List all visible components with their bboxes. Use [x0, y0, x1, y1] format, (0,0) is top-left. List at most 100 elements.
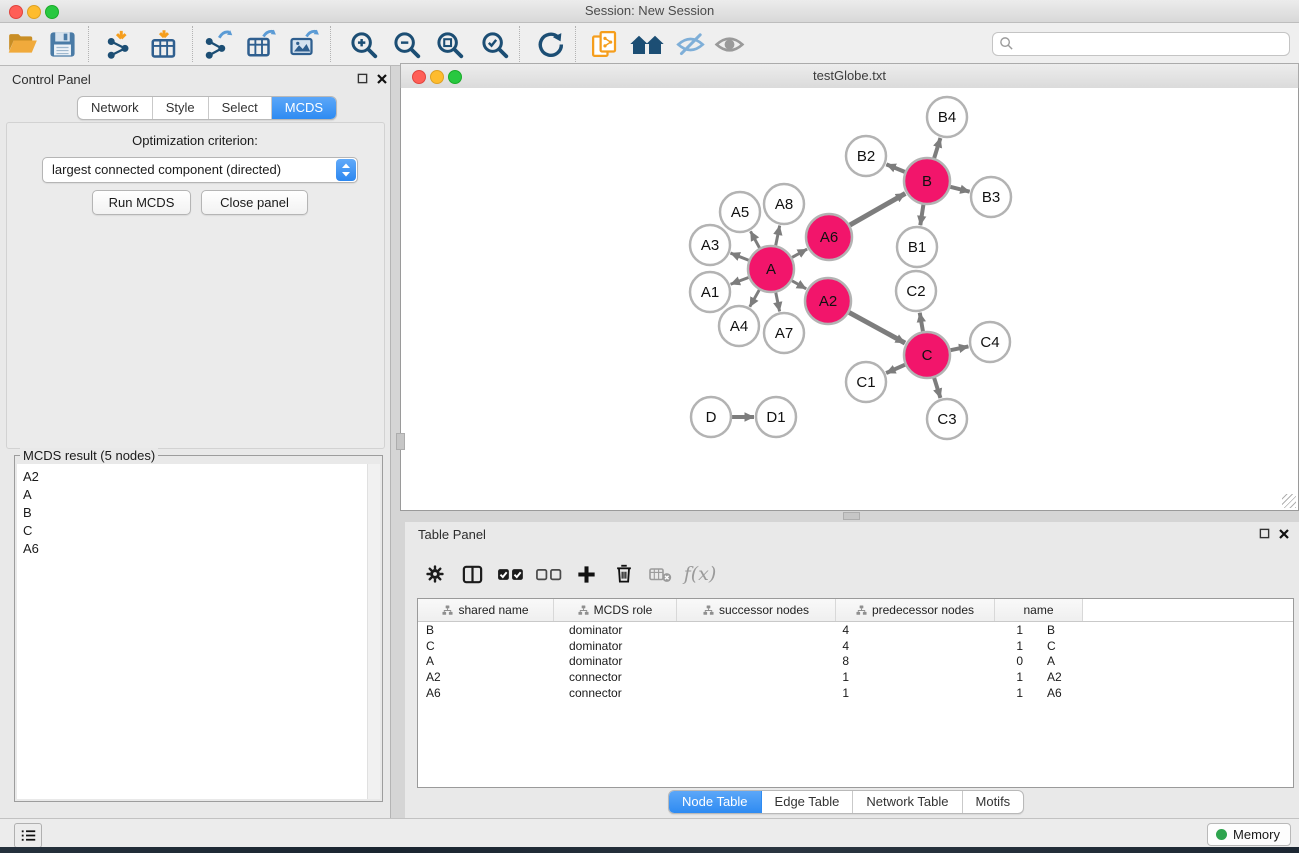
tab-select[interactable]: Select [209, 97, 272, 119]
table-row[interactable]: Cdominator41C [418, 638, 1293, 654]
canvas-horizontal-scrollbar[interactable] [843, 512, 860, 520]
table-row[interactable]: A2connector11A2 [418, 669, 1293, 685]
run-mcds-button[interactable]: Run MCDS [92, 190, 191, 215]
table-cell[interactable]: dominator [561, 654, 691, 668]
tab-style[interactable]: Style [153, 97, 209, 119]
reset-home-icon[interactable] [628, 27, 666, 61]
mcds-result-item[interactable]: C [17, 521, 380, 539]
table-cell[interactable]: B [1039, 623, 1134, 637]
minimize-window-button[interactable] [27, 5, 41, 19]
open-session-icon[interactable] [6, 27, 40, 61]
tab-network[interactable]: Network [78, 97, 153, 119]
zoom-selected-icon[interactable] [477, 27, 511, 61]
table-cell[interactable]: A2 [418, 670, 561, 684]
zoom-out-icon[interactable] [389, 27, 423, 61]
graph-edge-C-C2[interactable] [920, 313, 923, 332]
table-cell[interactable]: 1 [865, 623, 1039, 637]
network-canvas[interactable]: B4B2BB3A8A5A6A3B1AC2A1A2A4A7C4CC1DD1C3 [400, 88, 1299, 511]
add-column-icon[interactable] [573, 561, 599, 587]
mcds-result-list[interactable]: A2ABCA6 [17, 464, 380, 799]
optimization-criterion-select[interactable]: largest connected component (directed) [42, 157, 358, 183]
refresh-view-icon[interactable] [532, 27, 566, 61]
tab-motifs[interactable]: Motifs [963, 791, 1024, 813]
tab-mcds[interactable]: MCDS [272, 97, 336, 119]
tab-network-table[interactable]: Network Table [853, 791, 962, 813]
graph-edge-A-A3[interactable] [730, 253, 748, 260]
network-close-button[interactable] [412, 70, 426, 84]
zoom-fit-icon[interactable] [432, 27, 466, 61]
table-cell[interactable]: 4 [691, 639, 865, 653]
graph-edge-B-B1[interactable] [920, 205, 923, 226]
table-row[interactable]: Bdominator41B [418, 622, 1293, 638]
graph-edge-A6-B[interactable] [850, 193, 905, 225]
table-cell[interactable]: 1 [691, 686, 865, 700]
hide-selected-icon[interactable] [673, 27, 707, 61]
export-table-icon[interactable] [244, 27, 278, 61]
import-network-icon[interactable] [103, 27, 137, 61]
column-header-name[interactable]: name [995, 599, 1083, 621]
settings-gear-icon[interactable] [422, 561, 448, 587]
table-row[interactable]: A6connector11A6 [418, 685, 1293, 701]
toolbar-search-field[interactable] [992, 32, 1290, 56]
table-cell[interactable]: 0 [865, 654, 1039, 668]
table-cell[interactable]: A [1039, 654, 1134, 668]
mcds-result-item[interactable]: A2 [17, 468, 380, 486]
result-list-scrollbar[interactable] [367, 464, 380, 799]
table-cell[interactable]: A [418, 654, 561, 668]
mcds-result-item[interactable]: A6 [17, 539, 380, 557]
table-cell[interactable]: dominator [561, 623, 691, 637]
column-header-successor-nodes[interactable]: successor nodes [677, 599, 836, 621]
table-cell[interactable]: 1 [691, 670, 865, 684]
close-panel-button[interactable]: Close panel [201, 190, 308, 215]
graph-edge-C-C3[interactable] [934, 378, 940, 398]
function-builder-icon[interactable]: f(x) [680, 561, 720, 587]
graph-edge-A-A6[interactable] [792, 249, 807, 257]
zoom-in-icon[interactable] [346, 27, 380, 61]
table-cell[interactable]: connector [561, 670, 691, 684]
graph-edge-B-B2[interactable] [886, 164, 904, 172]
graph-edge-A-A2[interactable] [792, 281, 806, 289]
graph-edge-A2-C[interactable] [849, 312, 905, 343]
graph-edge-C-C4[interactable] [951, 346, 969, 350]
float-panel-icon[interactable] [356, 72, 369, 85]
graph-edge-B-B4[interactable] [934, 138, 940, 158]
tab-node-table[interactable]: Node Table [669, 791, 762, 813]
float-table-panel-icon[interactable] [1258, 527, 1271, 540]
task-history-button[interactable] [14, 823, 42, 848]
import-table-icon[interactable] [147, 27, 181, 61]
graph-edge-A-A7[interactable] [776, 293, 780, 312]
close-table-panel-icon[interactable] [1277, 527, 1290, 540]
close-window-button[interactable] [9, 5, 23, 19]
table-cell[interactable]: connector [561, 686, 691, 700]
table-cell[interactable]: C [418, 639, 561, 653]
table-cell[interactable]: 8 [691, 654, 865, 668]
table-cell[interactable]: 1 [865, 670, 1039, 684]
table-cell[interactable]: 1 [865, 686, 1039, 700]
column-header-shared-name[interactable]: shared name [418, 599, 554, 621]
close-panel-icon[interactable] [375, 72, 388, 85]
zoom-window-button[interactable] [45, 5, 59, 19]
search-input[interactable] [1019, 34, 1283, 54]
table-cell[interactable]: C [1039, 639, 1134, 653]
canvas-vertical-scrollbar[interactable] [396, 433, 405, 450]
column-header-predecessor-nodes[interactable]: predecessor nodes [836, 599, 995, 621]
split-columns-icon[interactable] [459, 561, 485, 587]
graph-edge-C-C1[interactable] [886, 365, 905, 373]
graph-edge-A-A4[interactable] [750, 290, 759, 307]
export-network-icon[interactable] [201, 27, 235, 61]
column-header-MCDS-role[interactable]: MCDS role [554, 599, 677, 621]
graph-edge-A-A8[interactable] [776, 226, 780, 246]
memory-button[interactable]: Memory [1207, 823, 1291, 846]
table-row[interactable]: Adominator80A [418, 653, 1293, 669]
network-minimize-button[interactable] [430, 70, 444, 84]
table-cell[interactable]: B [418, 623, 561, 637]
export-image-icon[interactable] [287, 27, 321, 61]
show-all-icon[interactable] [712, 27, 746, 61]
delete-column-icon[interactable] [611, 561, 637, 587]
mcds-result-item[interactable]: A [17, 486, 380, 504]
network-zoom-button[interactable] [448, 70, 462, 84]
save-session-icon[interactable] [45, 27, 79, 61]
table-cell[interactable]: A2 [1039, 670, 1134, 684]
mcds-result-item[interactable]: B [17, 504, 380, 522]
table-cell[interactable]: A6 [418, 686, 561, 700]
